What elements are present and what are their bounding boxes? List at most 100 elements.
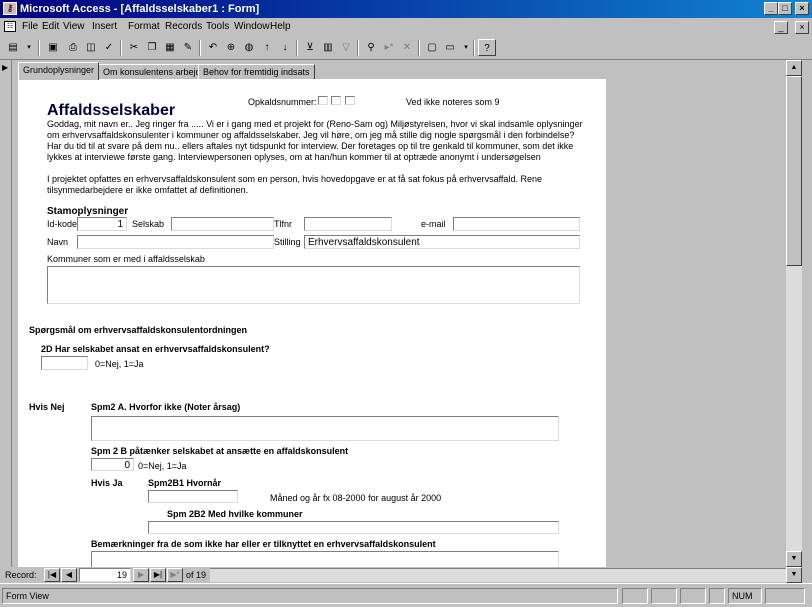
tab-om-konsulentens-arbejde[interactable]: Om konsulentens arbejde — [98, 64, 211, 80]
stilling-label: Stilling — [274, 237, 301, 247]
selskab-field[interactable] — [171, 217, 274, 231]
record-number-field[interactable]: 19 — [79, 568, 131, 582]
menu-edit[interactable]: Edit — [42, 21, 59, 32]
status-bar: Form View NUM — [0, 583, 812, 607]
filter-by-form-icon[interactable]: ▥ — [319, 39, 337, 56]
sort-descending-icon[interactable]: ↓ — [276, 39, 294, 56]
help-icon[interactable]: ? — [478, 39, 496, 56]
access-key-icon[interactable]: ⚷ — [3, 2, 17, 15]
opkald-check-2[interactable] — [331, 96, 341, 105]
current-record-arrow-icon: ▶ — [2, 63, 9, 72]
cut-icon[interactable]: ✂ — [125, 39, 143, 56]
question-2d-label: 2D Har selskabet ansat en erhvervsaffald… — [41, 344, 270, 354]
menu-help[interactable]: Help — [270, 21, 291, 32]
scroll-down-icon[interactable]: ▼ — [786, 551, 802, 567]
bemaerkninger-label: Bemærkninger fra de som ikke har eller e… — [91, 539, 436, 549]
form-icon[interactable]: ☷ — [4, 21, 16, 32]
idkode-field[interactable]: 1 — [77, 217, 127, 231]
first-record-button[interactable]: |◀ — [44, 568, 60, 582]
previous-record-button[interactable]: ◀ — [61, 568, 77, 582]
spm2b2-field[interactable] — [148, 521, 559, 534]
scroll-down-corner-icon[interactable]: ▼ — [786, 567, 802, 583]
record-count: of 19 — [186, 570, 207, 580]
status-panel-1 — [622, 588, 648, 604]
menu-bar: ☷ File Edit View Insert Format Records T… — [0, 18, 812, 36]
question-section-heading: Spørgsmål om erhvervsaffaldskonsulentord… — [29, 325, 248, 335]
question-2d-field[interactable] — [41, 356, 88, 370]
tlfnr-label: Tlfnr — [274, 219, 292, 229]
toolbar-separator — [418, 40, 420, 56]
mdi-close-button[interactable]: × — [795, 21, 809, 34]
opkald-check-3[interactable] — [345, 96, 355, 105]
toolbar-separator — [473, 40, 475, 56]
toolbar-separator — [357, 40, 359, 56]
tab-behov-for-fremtidig-indsats[interactable]: Behov for fremtidig indsats — [198, 64, 315, 80]
next-record-button[interactable]: ▶ — [133, 568, 149, 582]
toolbar-separator — [199, 40, 201, 56]
page-title: Affaldsselskaber — [47, 102, 176, 119]
definition-text: I projektet opfattes en erhvervsaffaldsk… — [47, 174, 542, 195]
hvis-ja-label: Hvis Ja — [91, 478, 123, 488]
last-record-button[interactable]: ▶| — [150, 568, 166, 582]
opkald-check-1[interactable] — [318, 96, 328, 105]
opkald-label: Opkaldsnummer: — [248, 97, 317, 107]
scroll-up-icon[interactable]: ▲ — [786, 60, 802, 76]
record-selector[interactable]: ▶ — [0, 60, 12, 567]
spm2a-label: Spm2 A. Hvorfor ikke (Noter årsag) — [91, 402, 241, 412]
maximize-button[interactable]: □ — [778, 2, 792, 15]
apply-filter-icon[interactable]: ▽ — [337, 39, 355, 56]
database-window-icon[interactable]: ▢ — [423, 39, 441, 56]
spm2a-field[interactable] — [91, 416, 559, 441]
num-lock-indicator: NUM — [728, 588, 762, 604]
scroll-thumb[interactable] — [786, 76, 802, 266]
spm2b-label: Spm 2 B påtænker selskabet at ansætte en… — [91, 446, 349, 456]
print-icon[interactable]: ⎙ — [64, 39, 82, 56]
format-painter-icon[interactable]: ✎ — [179, 39, 197, 56]
menu-file[interactable]: File — [22, 21, 38, 32]
sort-ascending-icon[interactable]: ↑ — [258, 39, 276, 56]
tab-grundoplysninger[interactable]: Grundoplysninger — [18, 62, 100, 80]
find-icon[interactable]: ⚲ — [362, 39, 380, 56]
menu-tools[interactable]: Tools — [206, 21, 229, 32]
question-2d-hint: 0=Nej, 1=Ja — [95, 359, 144, 369]
print-preview-icon[interactable]: ◫ — [82, 39, 100, 56]
new-record-button[interactable]: ▶* — [167, 568, 183, 582]
horizontal-scrollbar[interactable] — [210, 568, 786, 582]
menu-insert[interactable]: Insert — [92, 21, 117, 32]
status-text: Form View — [2, 588, 618, 604]
undo-icon[interactable]: ↶ — [204, 39, 222, 56]
paste-icon[interactable]: ▦ — [161, 39, 179, 56]
new-record-icon[interactable]: ▸* — [380, 39, 398, 56]
tab-page-grundoplysninger: Affaldsselskaber Opkaldsnummer: Ved ikke… — [18, 79, 606, 567]
view-dropdown-icon[interactable]: ▾ — [20, 39, 38, 56]
delete-record-icon[interactable]: ✕ — [398, 39, 416, 56]
filter-by-selection-icon[interactable]: ⊻ — [301, 39, 319, 56]
stilling-field[interactable]: Erhvervsaffaldskonsulent — [304, 235, 580, 249]
status-panel-4 — [709, 588, 725, 604]
kommuner-field[interactable] — [47, 266, 580, 304]
stamoplysninger-heading: Stamoplysninger — [47, 206, 129, 217]
minimize-button[interactable]: _ — [764, 2, 778, 15]
menu-format[interactable]: Format — [128, 21, 160, 32]
spm2b1-field[interactable] — [148, 490, 238, 503]
status-panel-3 — [680, 588, 706, 604]
save-icon[interactable]: ▣ — [44, 39, 62, 56]
hyperlink-icon[interactable]: ⊕ — [222, 39, 240, 56]
email-field[interactable] — [453, 217, 580, 231]
menu-view[interactable]: View — [63, 21, 85, 32]
web-toolbar-icon[interactable]: ◍ — [240, 39, 258, 56]
vertical-scrollbar[interactable]: ▲ ▼ — [786, 60, 802, 567]
menu-window[interactable]: Window — [234, 21, 270, 32]
bemaerkninger-field[interactable] — [91, 551, 559, 567]
menu-records[interactable]: Records — [165, 21, 202, 32]
navn-field[interactable] — [77, 235, 274, 249]
copy-icon[interactable]: ❐ — [143, 39, 161, 56]
mdi-minimize-button[interactable]: _ — [774, 21, 788, 34]
spelling-icon[interactable]: ✓ — [100, 39, 118, 56]
hvis-nej-label: Hvis Nej — [29, 402, 65, 412]
navn-label: Navn — [47, 237, 69, 247]
spm2b-field[interactable]: 0 — [91, 458, 134, 471]
tlfnr-field[interactable] — [304, 217, 392, 231]
close-button[interactable]: × — [795, 2, 809, 15]
selskab-label: Selskab — [132, 219, 165, 229]
